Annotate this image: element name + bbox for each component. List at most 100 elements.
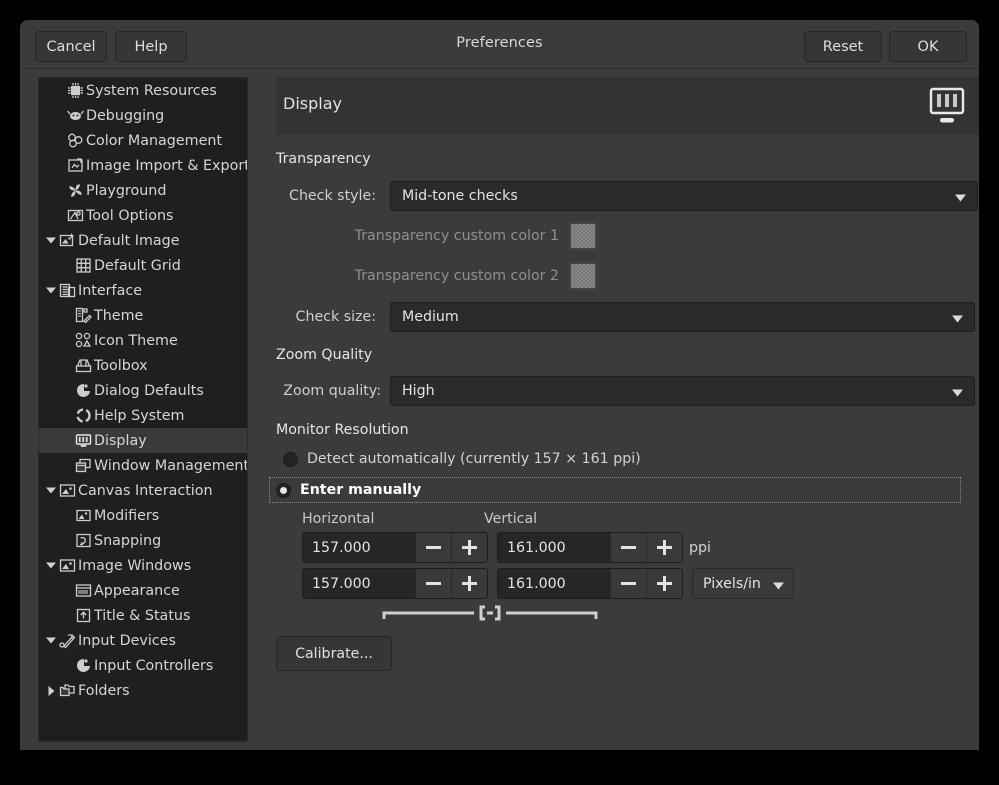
chain-broken-icon[interactable]: [382, 602, 598, 628]
vertical-resolution-value-secondary[interactable]: 161.000: [498, 569, 610, 598]
horizontal-resolution-spinner-primary[interactable]: 157.000: [302, 532, 488, 563]
dialog-defaults-icon: [75, 382, 92, 399]
detect-automatically-radio[interactable]: Detect automatically (currently 157 × 16…: [283, 446, 979, 472]
sidebar-item-canvas-interaction[interactable]: Canvas Interaction: [39, 478, 247, 503]
sidebar-item-label: Default Image: [78, 233, 180, 249]
sidebar-item-label: Input Devices: [78, 633, 176, 649]
import-export-icon: [67, 157, 84, 174]
enter-manually-radio[interactable]: Enter manually: [269, 477, 961, 503]
sidebar-item-snapping[interactable]: Snapping: [39, 528, 247, 553]
sidebar-item-help-system[interactable]: Help System: [39, 403, 247, 428]
minus-icon[interactable]: [415, 569, 451, 598]
horizontal-resolution-value-primary[interactable]: 157.000: [303, 533, 415, 562]
sidebar-item-appearance[interactable]: Appearance: [39, 578, 247, 603]
chevron-down-icon: [773, 574, 784, 593]
sidebar-item-label: Playground: [86, 183, 166, 199]
preferences-window: Cancel Help Preferences Reset OK System …: [20, 20, 979, 750]
tree-indent-spacer: [51, 203, 67, 228]
resolution-chain-row: [276, 602, 979, 624]
minus-icon[interactable]: [610, 533, 646, 562]
preferences-page: Display Transparency Check style:: [260, 69, 979, 750]
chevron-down-icon[interactable]: [43, 628, 59, 653]
theme-icon: [75, 307, 92, 324]
sidebar-item-label: Display: [94, 433, 147, 449]
check-style-label: Check style:: [276, 188, 376, 204]
modifiers-icon: [75, 507, 92, 524]
sidebar-item-title-status[interactable]: Title & Status: [39, 603, 247, 628]
check-style-combobox[interactable]: Mid-tone checks: [390, 181, 978, 211]
sidebar-item-system-resources[interactable]: System Resources: [39, 78, 247, 103]
calibrate-button[interactable]: Calibrate...: [276, 636, 392, 671]
transparency-custom-color-1-label: Transparency custom color 1: [276, 228, 559, 244]
zoom-quality-label: Zoom quality:: [276, 383, 381, 399]
tree-indent-spacer: [51, 103, 67, 128]
tool-options-icon: [67, 207, 84, 224]
sidebar-item-label: Default Grid: [94, 258, 181, 274]
sidebar-item-folders[interactable]: Folders: [39, 678, 247, 703]
sidebar-item-icon-theme[interactable]: Icon Theme: [39, 328, 247, 353]
chevron-right-icon[interactable]: [43, 678, 59, 703]
sidebar-item-label: Image Windows: [78, 558, 191, 574]
horizontal-resolution-spinner-secondary[interactable]: 157.000: [302, 568, 488, 599]
horizontal-resolution-value-secondary[interactable]: 157.000: [303, 569, 415, 598]
dialog-body: System Resources Debugging Color Managem…: [20, 69, 979, 750]
tree-indent-spacer: [59, 253, 75, 278]
enter-manually-label: Enter manually: [300, 482, 421, 498]
ok-button[interactable]: OK: [889, 31, 967, 62]
sidebar-item-toolbox[interactable]: Toolbox: [39, 353, 247, 378]
sidebar-item-label: Interface: [78, 283, 142, 299]
display-icon: [75, 432, 92, 449]
toolbox-icon: [75, 357, 92, 374]
sidebar-item-tool-options[interactable]: Tool Options: [39, 203, 247, 228]
sidebar-item-label: Tool Options: [86, 208, 173, 224]
sidebar-item-input-devices[interactable]: Input Devices: [39, 628, 247, 653]
transparency-custom-color-2-label: Transparency custom color 2: [276, 268, 559, 284]
resolution-unit-combobox[interactable]: Pixels/in: [692, 568, 794, 599]
sidebar-item-debugging[interactable]: Debugging: [39, 103, 247, 128]
sidebar-item-dialog-defaults[interactable]: Dialog Defaults: [39, 378, 247, 403]
vertical-resolution-spinner-primary[interactable]: 161.000: [497, 532, 683, 563]
check-size-label: Check size:: [276, 309, 376, 325]
vertical-resolution-value-primary[interactable]: 161.000: [498, 533, 610, 562]
preferences-category-tree[interactable]: System Resources Debugging Color Managem…: [38, 77, 248, 742]
reset-button[interactable]: Reset: [804, 31, 882, 62]
transparency-custom-color-2-swatch[interactable]: [569, 262, 597, 290]
sidebar-item-playground[interactable]: Playground: [39, 178, 247, 203]
minus-icon[interactable]: [610, 569, 646, 598]
sidebar-item-image-windows[interactable]: Image Windows: [39, 553, 247, 578]
plus-icon[interactable]: [451, 533, 487, 562]
window-management-icon: [75, 457, 92, 474]
chevron-down-icon[interactable]: [43, 478, 59, 503]
sidebar-item-window-management[interactable]: Window Management: [39, 453, 247, 478]
sidebar-item-input-controllers[interactable]: Input Controllers: [39, 653, 247, 678]
chevron-down-icon[interactable]: [43, 278, 59, 303]
color-management-icon: [67, 132, 84, 149]
plus-icon[interactable]: [451, 569, 487, 598]
chevron-down-icon[interactable]: [43, 553, 59, 578]
plus-icon[interactable]: [646, 569, 682, 598]
plus-icon[interactable]: [646, 533, 682, 562]
sidebar-item-default-image[interactable]: Default Image: [39, 228, 247, 253]
sidebar-item-label: Debugging: [86, 108, 164, 124]
chevron-down-icon[interactable]: [43, 228, 59, 253]
sidebar-item-label: Appearance: [94, 583, 180, 599]
sidebar-item-label: Input Controllers: [94, 658, 213, 674]
tree-indent-spacer: [51, 178, 67, 203]
sidebar-item-image-import-export[interactable]: Image Import & Export: [39, 153, 247, 178]
tree-indent-spacer: [59, 528, 75, 553]
zoom-quality-combobox[interactable]: High: [390, 376, 975, 406]
minus-icon[interactable]: [415, 533, 451, 562]
chevron-down-icon: [952, 308, 963, 327]
sidebar-item-theme[interactable]: Theme: [39, 303, 247, 328]
sidebar-item-default-grid[interactable]: Default Grid: [39, 253, 247, 278]
sidebar-item-modifiers[interactable]: Modifiers: [39, 503, 247, 528]
sidebar-item-display[interactable]: Display: [39, 428, 247, 453]
sidebar-item-interface[interactable]: Interface: [39, 278, 247, 303]
transparency-custom-color-1-swatch[interactable]: [569, 222, 597, 250]
check-size-combobox[interactable]: Medium: [390, 302, 975, 332]
vertical-resolution-spinner-secondary[interactable]: 161.000: [497, 568, 683, 599]
tree-indent-spacer: [59, 453, 75, 478]
sidebar-item-color-management[interactable]: Color Management: [39, 128, 247, 153]
sidebar-item-label: Color Management: [86, 133, 222, 149]
help-system-icon: [75, 407, 92, 424]
